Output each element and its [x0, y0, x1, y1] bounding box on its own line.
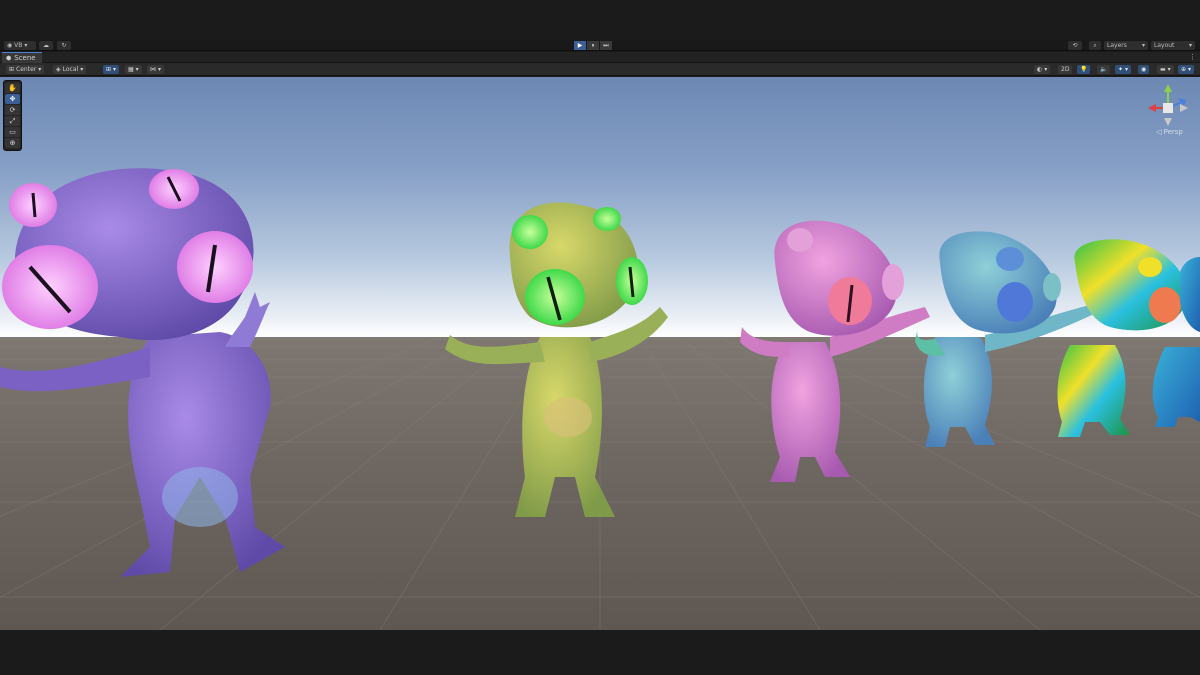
main-toolbar: ◉ VB ▾ ☁ ↻ ▶ ⏸ ⏭ ⟲ ⌕ Layers ▾ Layout ▾: [0, 40, 1200, 51]
rect-tool-icon[interactable]: ▭: [5, 127, 20, 137]
light-bulb-icon: 💡: [1080, 66, 1088, 73]
search-icon: ⌕: [1093, 42, 1097, 49]
grid-visibility-button[interactable]: ▦ ▾: [125, 65, 142, 74]
y-axis-cone[interactable]: [1164, 84, 1172, 92]
hand-tool-icon[interactable]: ✋: [5, 83, 20, 93]
chevron-down-icon: ▾: [1188, 42, 1192, 49]
grid-icon: ▦: [128, 66, 134, 73]
pink-alien[interactable]: [740, 220, 930, 482]
rotate-tool-icon[interactable]: ⟳: [5, 105, 20, 115]
scale-tool-icon[interactable]: ⤢: [5, 116, 20, 126]
chevron-down-icon: ▾: [1141, 42, 1145, 49]
history-icon: ⟲: [1072, 42, 1078, 49]
audio-icon: 🔈: [1100, 66, 1108, 73]
lighting-toggle[interactable]: 💡: [1077, 65, 1091, 74]
move-tool-icon[interactable]: ✥: [5, 94, 20, 104]
local-space-icon: ◈: [56, 66, 61, 73]
pivot-label: Center: [16, 66, 37, 73]
scene-toolbar: ⊞ Center ▾ ◈ Local ▾ ⊞ ▾ ▦ ▾ ⋈ ▾ ◐ ▾ 2D 💡 🔈 …: [0, 63, 1200, 76]
scene-viewport[interactable]: ◁ Persp: [0, 77, 1200, 630]
undo-history-button[interactable]: ⟲: [1068, 41, 1082, 50]
transform-tool-icon[interactable]: ⊕: [5, 138, 20, 148]
grid-snap-button[interactable]: ⊞ ▾: [103, 65, 120, 74]
globe-icon: ⊕: [1181, 66, 1187, 73]
unity-editor-window: ◉ VB ▾ ☁ ↻ ▶ ⏸ ⏭ ⟲ ⌕ Layers ▾ Layout ▾ ⬢…: [0, 0, 1200, 675]
chevron-down-icon: ▾: [1044, 66, 1048, 73]
search-button[interactable]: ⌕: [1089, 41, 1101, 50]
pivot-center-dropdown[interactable]: ⊞ Center ▾: [6, 65, 45, 74]
z-axis-cone[interactable]: [1178, 98, 1186, 106]
shaded-icon: ◐: [1037, 66, 1043, 73]
snap-icon: ⋈: [150, 66, 156, 73]
gizmos-dropdown[interactable]: ⊕ ▾: [1178, 65, 1195, 74]
chevron-down-icon: ▾: [1188, 66, 1192, 73]
pivot-icon: ⊞: [9, 66, 15, 73]
chevron-down-icon: ▾: [1125, 66, 1129, 73]
draw-mode-dropdown[interactable]: ◐ ▾: [1034, 65, 1051, 74]
chevron-down-icon: ▾: [113, 66, 117, 73]
bottom-letterbox: [0, 630, 1200, 675]
camera-icon: ▬: [1160, 66, 1166, 73]
scene-tab-bar: ⬢ Scene ⋮: [0, 52, 1200, 63]
account-icon: ◉: [7, 42, 13, 49]
layers-dropdown[interactable]: Layers ▾: [1104, 41, 1148, 50]
audio-toggle[interactable]: 🔈: [1097, 65, 1111, 74]
mode-2d-label: 2D: [1061, 66, 1070, 73]
eye-slash-icon: ◉: [1141, 66, 1147, 73]
step-button[interactable]: ⏭: [600, 41, 612, 50]
play-button[interactable]: ▶: [574, 41, 586, 50]
tab-scene-label: Scene: [14, 53, 36, 62]
account-dropdown[interactable]: ◉ VB ▾: [4, 41, 36, 50]
purple-alien[interactable]: [0, 168, 285, 577]
space-local-dropdown[interactable]: ◈ Local ▾: [53, 65, 87, 74]
camera-settings-dropdown[interactable]: ▬ ▾: [1157, 65, 1174, 74]
effects-dropdown[interactable]: ✦ ▾: [1115, 65, 1132, 74]
layout-label: Layout: [1154, 42, 1175, 49]
top-letterbox: [0, 0, 1200, 40]
chevron-down-icon: ▾: [135, 66, 139, 73]
play-controls: ▶ ⏸ ⏭: [574, 41, 612, 50]
grid-snap-icon: ⊞: [106, 66, 112, 73]
chevron-down-icon: ▾: [80, 66, 84, 73]
projection-label[interactable]: ◁ Persp: [1156, 128, 1183, 136]
chevron-down-icon: ▾: [1167, 66, 1171, 73]
tab-scene[interactable]: ⬢ Scene: [2, 52, 42, 63]
layers-label: Layers: [1107, 42, 1127, 49]
x-axis-cone[interactable]: [1148, 104, 1156, 112]
hidden-objects-toggle[interactable]: ◉: [1138, 65, 1150, 74]
collab-icon: ↻: [61, 42, 67, 49]
pause-button[interactable]: ⏸: [587, 41, 599, 50]
chevron-down-icon: ▾: [38, 66, 42, 73]
chevron-down-icon: ▾: [24, 42, 28, 49]
cloud-button[interactable]: ☁: [39, 41, 53, 50]
account-label: VB: [14, 42, 23, 49]
space-label: Local: [62, 66, 79, 73]
creatures-layer: [0, 168, 1200, 577]
gizmo-center-cube[interactable]: [1163, 103, 1173, 113]
cloud-icon: ☁: [43, 42, 49, 49]
scene-icon: ⬢: [6, 54, 12, 62]
green-alien[interactable]: [445, 202, 668, 517]
effects-icon: ✦: [1118, 66, 1124, 73]
increment-snap-button[interactable]: ⋈ ▾: [147, 65, 165, 74]
collab-button[interactable]: ↻: [57, 41, 71, 50]
toggle-2d-button[interactable]: 2D: [1058, 65, 1073, 74]
layout-dropdown[interactable]: Layout ▾: [1151, 41, 1195, 50]
more-vertical-icon[interactable]: ⋮: [1189, 52, 1196, 63]
tool-palette: ✋ ✥ ⟳ ⤢ ▭ ⊕: [3, 80, 22, 151]
chevron-down-icon: ▾: [158, 66, 162, 73]
